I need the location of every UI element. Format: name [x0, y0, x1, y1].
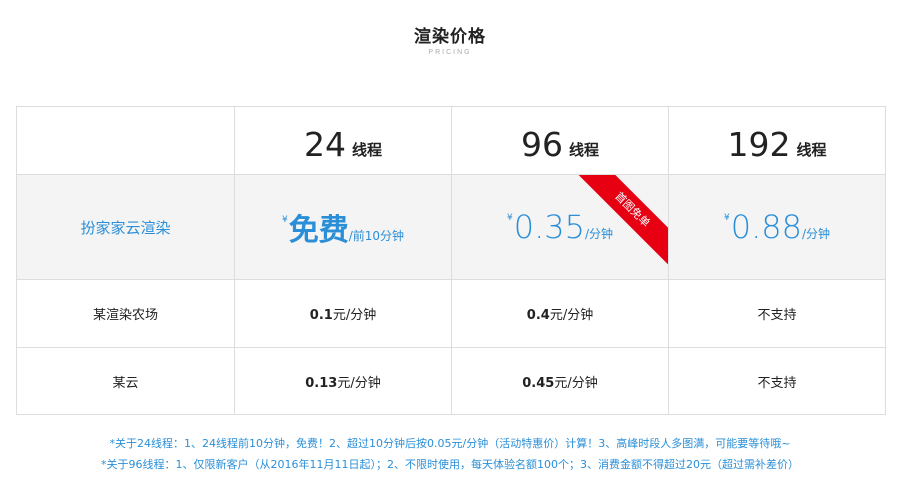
row-label-cell: 扮家家云渲染 — [17, 175, 235, 279]
section-title: 渲染价格 — [414, 27, 486, 47]
threads-number: 96 — [520, 125, 563, 164]
farm-price-24: 0.1元/分钟 — [235, 280, 452, 347]
currency-symbol: ¥ — [281, 215, 288, 225]
row-label-cell: 某云 — [17, 348, 235, 414]
threads-number: 192 — [727, 125, 791, 164]
price: 0.4元/分钟 — [527, 304, 593, 323]
not-supported: 不支持 — [757, 308, 797, 323]
farm-price-192: 不支持 — [669, 280, 885, 347]
threads-number: 24 — [303, 125, 346, 164]
section-header: 渲染价格 PRICING — [0, 26, 900, 58]
price: ¥ 免费 /前10分钟 — [282, 205, 404, 249]
price-value: 0.88 — [730, 208, 802, 246]
header-empty-cell — [17, 107, 235, 174]
ours-price-24: ¥ 免费 /前10分钟 — [235, 175, 452, 279]
currency-symbol: ¥ — [506, 213, 513, 223]
promo-ribbon: 首图免单 — [574, 175, 668, 269]
competitor-name: 某渲染农场 — [92, 308, 158, 323]
price: ¥ 0.88 /分钟 — [724, 208, 830, 246]
note-24-threads: *关于24线程：1、24线程前10分钟，免费！2、超过10分钟后按0.05元/分… — [109, 437, 791, 450]
price-unit: 元/分钟 — [549, 308, 594, 323]
note-96-threads: *关于96线程：1、仅限新客户（从2016年11月11日起）；2、不限时使用，每… — [101, 458, 799, 471]
header-cell-96: 96 线程 — [452, 107, 669, 174]
price-value: 0.13 — [305, 375, 338, 391]
section-subtitle: PRICING — [428, 49, 472, 56]
promo-ribbon-label: 首图免单 — [574, 175, 668, 269]
price-value: 0.4 — [526, 308, 550, 323]
table-row-cloud: 某云 0.13元/分钟 0.45元/分钟 不支持 — [17, 348, 885, 414]
row-label-cell: 某渲染农场 — [17, 280, 235, 347]
threads-unit: 线程 — [351, 141, 382, 159]
price-unit: 元/分钟 — [554, 375, 598, 391]
table-row-ours: 扮家家云渲染 ¥ 免费 /前10分钟 ¥ 0.35 /分钟 首图免单 ¥ 0.8… — [17, 175, 885, 280]
currency-symbol: ¥ — [723, 213, 730, 223]
pricing-table: 24 线程 96 线程 192 线程 扮家家云渲染 ¥ 免费 /前10分钟 ¥ … — [16, 106, 886, 415]
price-unit: 元/分钟 — [332, 308, 377, 323]
threads-unit: 线程 — [568, 141, 599, 159]
price-unit: 元/分钟 — [337, 375, 381, 391]
table-header-row: 24 线程 96 线程 192 线程 — [17, 107, 885, 175]
ours-name: 扮家家云渲染 — [80, 218, 171, 237]
farm-price-96: 0.4元/分钟 — [452, 280, 669, 347]
price-value: 免费 — [288, 213, 349, 248]
price: 0.13元/分钟 — [305, 372, 380, 391]
threads-unit: 线程 — [796, 141, 827, 159]
price-value: 0.1 — [309, 308, 333, 323]
not-supported: 不支持 — [757, 375, 797, 391]
cloud-price-192: 不支持 — [669, 348, 885, 414]
cloud-price-96: 0.45元/分钟 — [452, 348, 669, 414]
header-cell-192: 192 线程 — [669, 107, 885, 174]
ours-price-192: ¥ 0.88 /分钟 — [669, 175, 885, 279]
header-cell-24: 24 线程 — [235, 107, 452, 174]
price-unit: /分钟 — [801, 227, 831, 241]
table-row-farm: 某渲染农场 0.1元/分钟 0.4元/分钟 不支持 — [17, 280, 885, 348]
ours-price-96: ¥ 0.35 /分钟 首图免单 — [452, 175, 669, 279]
pricing-notes: *关于24线程：1、24线程前10分钟，免费！2、超过10分钟后按0.05元/分… — [0, 433, 900, 475]
competitor-name: 某云 — [112, 375, 139, 391]
price: 0.45元/分钟 — [522, 372, 597, 391]
price-unit: /前10分钟 — [348, 229, 405, 243]
cloud-price-24: 0.13元/分钟 — [235, 348, 452, 414]
price: 0.1元/分钟 — [310, 304, 376, 323]
price-value: 0.45 — [522, 375, 555, 391]
